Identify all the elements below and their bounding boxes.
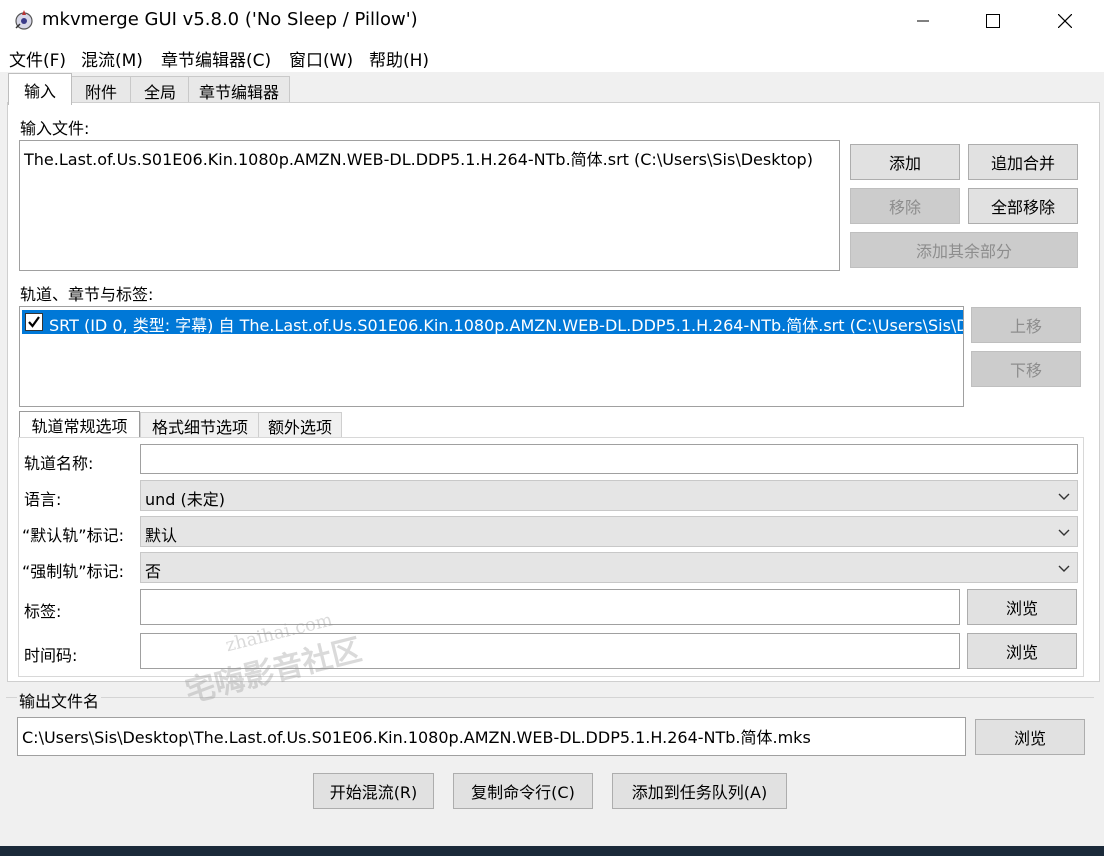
move-up-button[interactable]: 上移	[971, 307, 1081, 343]
language-select[interactable]: und (未定)	[140, 480, 1078, 511]
tags-input[interactable]	[140, 589, 960, 625]
track-item-text: SRT (ID 0, 类型: 字幕) 自 The.Last.of.Us.S01E…	[49, 316, 964, 335]
tab-attachments[interactable]: 附件	[70, 76, 132, 105]
chevron-down-icon	[1058, 565, 1070, 572]
tab-extra-options[interactable]: 额外选项	[258, 412, 342, 439]
start-mux-button[interactable]: 开始混流(R)	[313, 773, 434, 809]
timecodes-input[interactable]	[140, 633, 960, 669]
remove-all-button[interactable]: 全部移除	[968, 188, 1078, 224]
input-files-list[interactable]: The.Last.of.Us.S01E06.Kin.1080p.AMZN.WEB…	[19, 140, 840, 271]
track-row-selected[interactable]: SRT (ID 0, 类型: 字幕) 自 The.Last.of.Us.S01E…	[22, 310, 964, 335]
input-files-label: 输入文件:	[20, 119, 90, 138]
track-name-input[interactable]	[140, 444, 1078, 474]
checkmark-icon	[28, 316, 40, 328]
maximize-button[interactable]	[958, 0, 1028, 42]
output-divider	[6, 697, 1094, 698]
default-track-select[interactable]: 默认	[140, 516, 1078, 547]
add-other-parts-button[interactable]: 添加其余部分	[850, 232, 1078, 268]
timecodes-label: 时间码:	[24, 646, 78, 665]
menu-window[interactable]: 窗口(W)	[289, 46, 353, 71]
tab-global[interactable]: 全局	[130, 76, 190, 105]
add-to-queue-button[interactable]: 添加到任务队列(A)	[612, 773, 787, 809]
tab-chapter-editor[interactable]: 章节编辑器	[188, 76, 290, 105]
tab-track-general[interactable]: 轨道常规选项	[19, 411, 140, 438]
menu-help[interactable]: 帮助(H)	[369, 46, 429, 71]
tracks-label: 轨道、章节与标签:	[20, 285, 154, 304]
close-button[interactable]	[1030, 0, 1100, 42]
tracks-list[interactable]: SRT (ID 0, 类型: 字幕) 自 The.Last.of.Us.S01E…	[19, 306, 964, 407]
maximize-icon	[986, 14, 1000, 28]
tags-browse-button[interactable]: 浏览	[967, 589, 1077, 625]
default-track-label: “默认轨”标记:	[22, 526, 124, 545]
close-icon	[1058, 14, 1072, 28]
menu-file[interactable]: 文件(F)	[9, 46, 66, 71]
desktop-background-strip	[0, 846, 1104, 856]
forced-track-select[interactable]: 否	[140, 552, 1078, 583]
title-bar: mkvmerge GUI v5.8.0 ('No Sleep / Pillow'…	[0, 0, 1104, 42]
chevron-down-icon	[1058, 529, 1070, 536]
timecodes-browse-button[interactable]: 浏览	[967, 633, 1077, 669]
copy-command-line-button[interactable]: 复制命令行(C)	[453, 773, 593, 809]
mkvmerge-app-icon	[15, 10, 33, 30]
output-filename-input[interactable]: C:\Users\Sis\Desktop\The.Last.of.Us.S01E…	[17, 717, 966, 756]
track-name-label: 轨道名称:	[24, 454, 94, 473]
input-file-item[interactable]: The.Last.of.Us.S01E06.Kin.1080p.AMZN.WEB…	[24, 146, 813, 170]
append-button[interactable]: 追加合并	[968, 144, 1078, 180]
track-checkbox[interactable]	[25, 313, 43, 331]
tags-label: 标签:	[24, 602, 62, 621]
output-browse-button[interactable]: 浏览	[975, 719, 1085, 755]
window-title: mkvmerge GUI v5.8.0 ('No Sleep / Pillow'…	[42, 9, 418, 30]
tab-input[interactable]: 输入	[8, 73, 72, 105]
menu-mux[interactable]: 混流(M)	[81, 46, 143, 71]
remove-button[interactable]: 移除	[850, 188, 960, 224]
minimize-icon	[917, 20, 929, 22]
language-label: 语言:	[24, 490, 62, 509]
move-down-button[interactable]: 下移	[971, 351, 1081, 387]
output-filename-label: 输出文件名	[17, 688, 102, 712]
add-button[interactable]: 添加	[850, 144, 960, 180]
minimize-button[interactable]	[888, 0, 958, 42]
menu-bar: 文件(F) 混流(M) 章节编辑器(C) 窗口(W) 帮助(H)	[0, 42, 1104, 72]
chevron-down-icon	[1058, 493, 1070, 500]
tab-format-specific[interactable]: 格式细节选项	[140, 412, 260, 439]
forced-track-label: “强制轨”标记:	[22, 562, 124, 581]
menu-chapter-editor[interactable]: 章节编辑器(C)	[161, 46, 271, 71]
